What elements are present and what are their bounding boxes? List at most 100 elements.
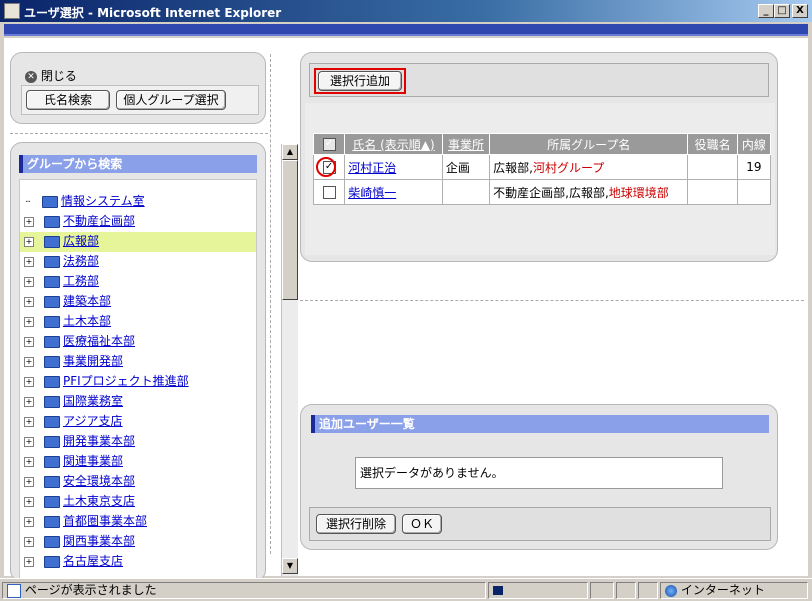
tree-item-link[interactable]: 関連事業部 [63,454,123,468]
expand-plus-icon[interactable]: + [24,256,34,267]
expand-plus-icon[interactable]: + [24,436,34,447]
tree-item-link[interactable]: 安全環境本部 [63,474,135,488]
tree-item-link[interactable]: アジア支店 [63,414,123,428]
tree-item[interactable]: + 国際業務室 [20,392,256,412]
expand-plus-icon[interactable]: + [24,276,34,287]
personal-group-button[interactable]: 個人グループ選択 [116,90,226,110]
tree-item-link[interactable]: 国際業務室 [63,394,123,408]
ok-button[interactable]: ＯＫ [402,514,442,534]
tree-item[interactable]: + 法務部 [20,252,256,272]
tree-item-link[interactable]: 土木本部 [63,314,111,328]
tree-item-link[interactable]: 建築本部 [63,294,111,308]
tree-item[interactable]: + 土木本部 [20,312,256,332]
row-checkbox-cell[interactable] [312,179,346,205]
tree-item[interactable]: + 事業開発部 [20,352,256,372]
table-row: 柴崎慎一 不動産企画部,広報部,地球環境部 [312,179,772,205]
zone-cell: インターネット [660,582,808,599]
page-done-icon [7,583,21,598]
tree-item-link[interactable]: 不動産企画部 [63,214,135,228]
title-cell [687,154,738,180]
tree-item[interactable]: + 不動産企画部 [20,212,256,232]
add-selected-button[interactable]: 選択行追加 [318,71,402,91]
tree-item-link[interactable]: 広報部 [63,234,99,248]
expand-plus-icon[interactable]: + [24,296,34,307]
tree-item[interactable]: + 建築本部 [20,292,256,312]
expand-plus-icon[interactable]: + [24,456,34,467]
expand-plus-icon[interactable]: + [24,216,34,227]
tree-item[interactable]: + アジア支店 [20,412,256,432]
row-checkbox[interactable] [322,186,336,199]
tree-item-link[interactable]: 法務部 [63,254,99,268]
row-checkbox-cell[interactable]: ✓ [312,154,346,180]
scroll-down-arrow-icon[interactable]: ▼ [282,558,298,574]
tree-item-link[interactable]: 関西事業本部 [63,534,135,548]
delete-selected-button[interactable]: 選択行削除 [316,514,396,534]
expand-plus-icon[interactable]: + [24,336,34,347]
tree-item-link[interactable]: PFIプロジェクト推進部 [63,374,189,388]
expand-plus-icon[interactable]: + [24,556,34,567]
close-link[interactable]: ✕ 閉じる [25,67,77,84]
tree-item[interactable]: + 土木東京支店 [20,492,256,512]
expand-plus-icon[interactable]: + [24,236,34,247]
maximize-button[interactable]: □ [774,4,790,18]
title-column-header: 役職名 [687,133,738,155]
tree-item-link[interactable]: 土木東京支店 [63,494,135,508]
expand-plus-icon[interactable]: + [24,516,34,527]
tree-item[interactable]: + 関連事業部 [20,452,256,472]
tree-item[interactable]: + 工務部 [20,272,256,292]
tree-item-link[interactable]: 情報システム室 [61,194,145,208]
tree-item[interactable]: + 開発事業本部 [20,432,256,452]
tree-item-link[interactable]: 開発事業本部 [63,434,135,448]
scroll-thumb[interactable] [282,160,298,300]
name-search-button[interactable]: 氏名検索 [26,90,110,110]
status-message-cell: ページが表示されました [2,582,486,599]
user-name-link[interactable]: 河村正治 [348,161,396,175]
vertical-separator [270,54,271,554]
folder-icon [42,195,58,208]
tree-item-link[interactable]: 工務部 [63,274,99,288]
name-cell[interactable]: 河村正治 [344,154,443,180]
folder-icon [44,535,60,548]
right-divider [300,300,804,301]
expand-plus-icon[interactable]: + [24,476,34,487]
expand-plus-icon[interactable]: + [24,396,34,407]
expand-plus-icon[interactable]: + [24,496,34,507]
group-tree-panel: グループから検索 ┄ 情報システム室 + 不動産企画部 + 広報部 + 法務部 + 工務部 + 建築本… [10,142,266,582]
user-name-link[interactable]: 柴崎慎一 [348,186,396,200]
close-window-button[interactable]: X [792,4,808,18]
tree-connector-icon: ┄ [25,196,31,206]
group-cell: 不動産企画部,広報部,地球環境部 [489,179,689,205]
expand-plus-icon[interactable]: + [24,316,34,327]
left-divider [10,133,268,134]
tree-item[interactable]: + 安全環境本部 [20,472,256,492]
tree-item-link[interactable]: 事業開発部 [63,354,123,368]
folder-icon [44,435,60,448]
tree-item[interactable]: + 首都圏事業本部 [20,512,256,532]
tree-item-link[interactable]: 医療福祉本部 [63,334,135,348]
folder-icon [44,355,60,368]
tree-item-link[interactable]: 名古屋支店 [63,554,123,568]
scrollbar[interactable]: ▲ ▼ [281,144,298,576]
group-cell: 広報部,河村グループ [489,154,689,180]
select-all-checkbox[interactable]: ✓ [312,133,346,155]
expand-plus-icon[interactable]: + [24,536,34,547]
tree-item[interactable]: + 医療福祉本部 [20,332,256,352]
name-cell[interactable]: 柴崎慎一 [344,179,443,205]
tree-item[interactable]: + 名古屋支店 [20,552,256,572]
progress-cell [488,582,588,599]
folder-icon [44,275,60,288]
scroll-up-arrow-icon[interactable]: ▲ [282,144,298,160]
tree-item[interactable]: + 広報部 [20,232,256,252]
name-column-header[interactable]: 氏名 (表示順▲) [344,133,443,155]
tree-item[interactable]: + PFIプロジェクト推進部 [20,372,256,392]
tree-item-link[interactable]: 首都圏事業本部 [63,514,147,528]
tree-item[interactable]: ┄ 情報システム室 [20,192,256,212]
tree-item[interactable]: + 関西事業本部 [20,532,256,552]
status-cell-1 [590,582,614,599]
folder-icon [44,375,60,388]
expand-plus-icon[interactable]: + [24,376,34,387]
expand-plus-icon[interactable]: + [24,356,34,367]
minimize-button[interactable]: _ [758,4,774,18]
expand-plus-icon[interactable]: + [24,416,34,427]
window-title: ユーザ選択 - Microsoft Internet Explorer [24,6,282,20]
